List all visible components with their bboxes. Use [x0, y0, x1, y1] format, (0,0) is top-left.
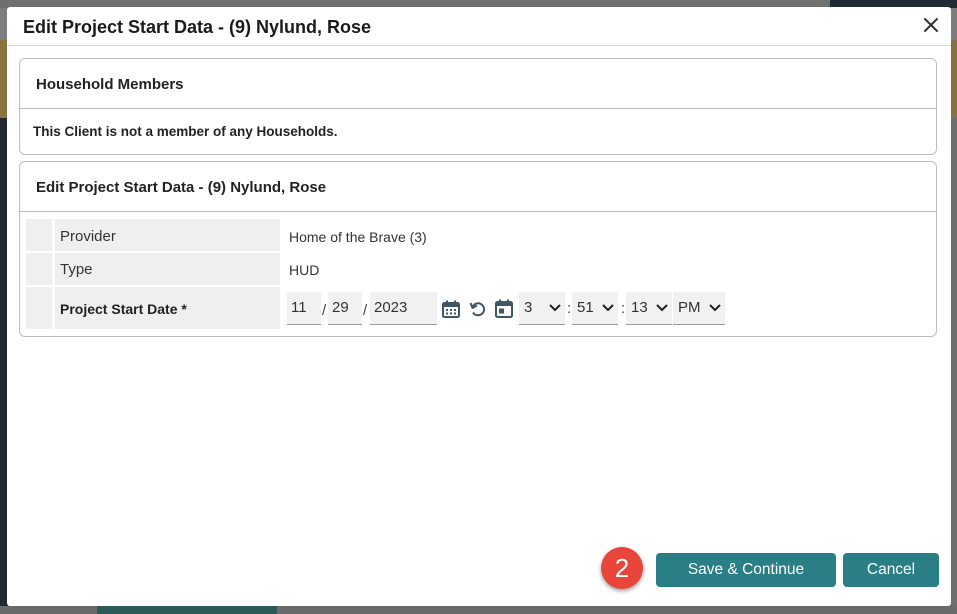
household-message: This Client is not a member of any House…: [33, 124, 338, 139]
chevron-down-icon: [709, 304, 721, 312]
reset-icon[interactable]: [468, 299, 488, 319]
close-button[interactable]: [921, 15, 941, 35]
chevron-down-icon: [656, 304, 668, 312]
hour-value: 3: [524, 299, 533, 316]
date-separator: /: [322, 302, 327, 319]
type-value: HUD: [289, 262, 320, 278]
time-separator: :: [621, 300, 626, 317]
time-separator: :: [567, 300, 572, 317]
ampm-select[interactable]: PM: [673, 292, 725, 325]
dialog-header: Edit Project Start Data - (9) Nylund, Ro…: [7, 7, 951, 46]
close-icon: [924, 18, 938, 32]
date-separator: /: [363, 302, 368, 319]
provider-label: Provider: [60, 228, 116, 245]
minute-value: 51: [577, 299, 594, 316]
save-continue-button[interactable]: Save & Continue: [656, 553, 836, 587]
provider-value: Home of the Brave (3): [289, 229, 427, 245]
background-button: [97, 606, 277, 614]
type-label: Type: [60, 261, 93, 278]
start-date-label: Project Start Date *: [60, 301, 187, 317]
chevron-down-icon: [602, 304, 614, 312]
calendar-today-icon[interactable]: [494, 298, 514, 319]
start-date-controls: 11 / 29 / 2023 3: 51: 13 PM: [287, 292, 747, 326]
minute-select[interactable]: 51: [572, 292, 618, 325]
hour-select[interactable]: 3: [519, 292, 565, 325]
step-badge: 2: [601, 547, 643, 589]
background-alert-right: [950, 40, 957, 118]
row-spacer: [26, 287, 52, 329]
dialog-title: Edit Project Start Data - (9) Nylund, Ro…: [23, 17, 372, 37]
cancel-button[interactable]: Cancel: [843, 553, 939, 587]
household-members-panel: Household Members This Client is not a m…: [19, 58, 937, 155]
row-spacer: [26, 219, 52, 251]
ampm-value: PM: [678, 299, 701, 316]
edit-project-start-dialog: Edit Project Start Data - (9) Nylund, Ro…: [7, 7, 951, 606]
second-value: 13: [631, 299, 648, 316]
second-select[interactable]: 13: [626, 292, 672, 325]
month-input[interactable]: 11: [287, 292, 321, 325]
day-input[interactable]: 29: [328, 292, 362, 325]
chevron-down-icon: [549, 304, 561, 312]
calendar-icon[interactable]: [441, 299, 461, 319]
panel-heading: Edit Project Start Data - (9) Nylund, Ro…: [20, 162, 936, 212]
year-input[interactable]: 2023: [370, 292, 437, 325]
background-right-panel: [950, 118, 957, 614]
edit-project-start-panel: Edit Project Start Data - (9) Nylund, Ro…: [19, 161, 937, 337]
panel-heading: Household Members: [20, 59, 936, 109]
row-spacer: [26, 253, 52, 285]
